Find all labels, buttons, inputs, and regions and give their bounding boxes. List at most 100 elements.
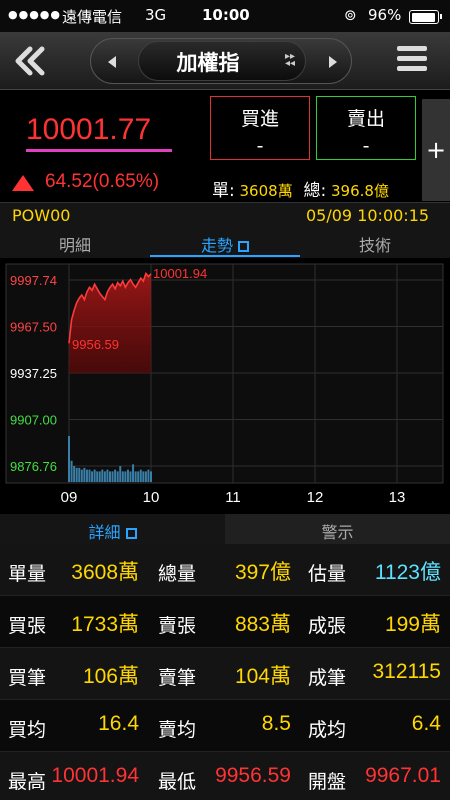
stat-value: 104萬: [234, 665, 291, 688]
network-type: 3G: [145, 6, 167, 24]
stat-value: 6.4: [411, 712, 441, 735]
stat-label: 賣筆: [158, 667, 197, 689]
tab-details[interactable]: 明細: [0, 232, 150, 256]
volume-bar: [129, 471, 132, 482]
y-tick-label: 9967.50: [10, 319, 57, 334]
stat-label: 賣張: [158, 615, 197, 637]
stat-value: 9956.59: [215, 764, 291, 787]
stat-label: 最低: [158, 771, 197, 793]
volume-bar: [137, 471, 140, 482]
tab-trend-label: 走勢: [200, 236, 233, 255]
volume-summary: 單: 3608萬 總: 396.8億: [212, 176, 389, 201]
quote-panel: 10001.77 64.52(0.65%) 買進 - 賣出 - + 單: 360…: [0, 91, 450, 202]
up-arrow-icon: [12, 175, 34, 191]
carrier-name: 遠傳電信: [62, 8, 123, 26]
volume-bar: [85, 469, 88, 482]
price-underline: [26, 149, 172, 152]
status-time: 10:00: [202, 6, 250, 24]
stat-label: 總量: [158, 563, 197, 585]
battery-icon: [409, 10, 442, 24]
y-tick-label: 9876.76: [10, 459, 57, 474]
volume-bar: [116, 471, 119, 482]
volume-bar: [114, 469, 117, 482]
x-tick-label: 13: [389, 489, 406, 506]
x-tick-label: 10: [143, 489, 160, 506]
volume-bar: [75, 467, 78, 482]
hamburger-menu-icon[interactable]: [397, 46, 427, 76]
volume-bar: [98, 471, 101, 482]
volume-bar: [126, 469, 129, 482]
nav-bar: 加權指 ▸▸ ◂◂: [0, 32, 450, 90]
buy-button[interactable]: 買進 -: [210, 96, 310, 160]
status-bar: ●●●●● 遠傳電信 3G 10:00 ⊚ 96%: [0, 0, 450, 32]
stat-value: 9967.01: [365, 764, 441, 787]
sell-value: -: [362, 135, 370, 157]
detail-tabs: 詳細 警示: [0, 514, 450, 544]
tab-alert-label: 警示: [321, 523, 354, 542]
battery-percent: 96%: [368, 6, 402, 24]
volume-bar: [109, 471, 111, 482]
volume-bar: [83, 467, 86, 482]
last-price: 10001.77: [26, 113, 152, 146]
volume-bar: [147, 469, 150, 482]
add-button[interactable]: +: [422, 99, 450, 201]
chart-svg: 9997.74 9967.50 9937.25 9907.00 9876.76 09 10 1…: [5, 263, 444, 506]
tab-trend[interactable]: 走勢: [150, 232, 300, 256]
tab-detail[interactable]: 詳細: [0, 519, 225, 543]
stat-value: 312115: [372, 660, 441, 683]
tab-technical-label: 技術: [358, 236, 391, 255]
stat-value: 16.4: [98, 712, 139, 735]
y-tick-label: 9937.25: [10, 366, 57, 381]
x-tick-label: 11: [225, 489, 241, 506]
stats-row: 買筆 106萬 賣筆 104萬 成筆 312115: [0, 648, 450, 700]
volume-bar: [80, 469, 83, 482]
volume-bar: [96, 471, 99, 482]
double-chevron-left-icon[interactable]: [8, 42, 52, 80]
intraday-chart[interactable]: 9997.74 9967.50 9937.25 9907.00 9876.76 09 10 1…: [0, 258, 450, 513]
x-tick-label: 12: [307, 489, 324, 506]
stat-value: 8.5: [261, 712, 291, 735]
low-label: 9956.59: [72, 337, 119, 352]
volume-bar: [150, 471, 152, 482]
volume-bar: [119, 466, 122, 482]
volume-bar: [111, 471, 114, 482]
stat-label: 買均: [8, 719, 47, 741]
sell-button[interactable]: 賣出 -: [316, 96, 416, 160]
stats-row: 買張 1733萬 賣張 883萬 成張 199萬: [0, 596, 450, 648]
tab-details-label: 明細: [58, 236, 91, 255]
volume-bar: [132, 464, 135, 482]
signal-strength-icon: ●●●●●: [8, 8, 61, 21]
expand-icon: [125, 528, 137, 539]
triangle-right-icon[interactable]: [329, 56, 337, 68]
buy-value: -: [256, 135, 264, 157]
stat-label: 買張: [8, 615, 47, 637]
triangle-left-icon[interactable]: [108, 56, 116, 68]
volume-bar: [134, 471, 137, 482]
high-label: 10001.94: [153, 266, 207, 281]
volume-bar: [121, 471, 124, 482]
stat-value: 397億: [234, 561, 291, 584]
volume-bar: [142, 471, 145, 482]
volume-bar: [78, 467, 81, 482]
volume-bar: [144, 471, 147, 482]
stat-label: 估量: [308, 563, 347, 585]
symbol-code: POW00: [12, 206, 71, 225]
tab-alert[interactable]: 警示: [225, 519, 450, 543]
y-tick-label: 9997.74: [10, 273, 57, 288]
volume-bar: [139, 469, 142, 482]
expand-icon: [238, 241, 249, 252]
stat-value: 883萬: [234, 613, 291, 636]
price-change: 64.52(0.65%): [45, 171, 160, 192]
stat-label: 成張: [308, 615, 347, 637]
page-title[interactable]: 加權指: [138, 47, 278, 77]
tab-technical[interactable]: 技術: [300, 232, 450, 256]
active-tab-indicator: [150, 255, 300, 257]
y-tick-label: 9907.00: [10, 413, 57, 428]
volume-bar: [68, 436, 70, 482]
volume-bar: [73, 466, 76, 482]
stats-row: 買均 16.4 賣均 8.5 成均 6.4: [0, 700, 450, 752]
total-volume-label: 總:: [303, 181, 327, 201]
stat-label: 成筆: [308, 667, 347, 689]
quote-datetime: 05/09 10:00:15: [306, 206, 430, 225]
stat-label: 最高: [8, 771, 47, 793]
